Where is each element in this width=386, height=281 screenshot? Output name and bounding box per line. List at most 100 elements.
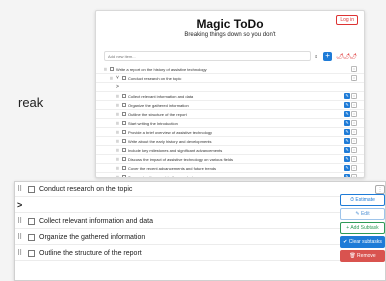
task-text: Collect relevant information and data <box>128 93 194 99</box>
zoomed-task-row[interactable]: ⠿ Conduct research on the topic ⋮ <box>15 182 385 197</box>
task-row[interactable]: ⠿ Write about the early history and devel… <box>96 137 364 146</box>
expand-chevron-icon[interactable]: > <box>116 84 120 90</box>
zoomed-task-row[interactable]: > <box>15 198 385 213</box>
remove-button[interactable]: 🗑 Remove <box>340 250 385 262</box>
drag-handle-icon[interactable]: ⠿ <box>116 157 121 162</box>
magic-wand-icon[interactable]: ✎ <box>344 174 350 177</box>
zoomed-task-row[interactable]: ⠿ Organize the gathered information <box>15 230 385 245</box>
task-checkbox[interactable] <box>122 103 126 107</box>
more-options-icon[interactable]: ⋮ <box>351 93 357 99</box>
expand-chevron-icon[interactable]: > <box>17 200 22 210</box>
drag-handle-icon[interactable]: ⠿ <box>116 139 121 144</box>
add-item-input[interactable] <box>104 51 312 61</box>
drag-handle-icon[interactable]: ⠿ <box>116 103 121 108</box>
add-item-button[interactable]: + <box>323 51 333 61</box>
drag-handle-icon[interactable]: ⠿ <box>116 121 121 126</box>
task-row[interactable]: ⠿ Include key milestones and significant … <box>96 146 364 155</box>
task-checkbox[interactable] <box>122 139 126 143</box>
task-checkbox[interactable] <box>122 130 126 134</box>
collapse-chevron-icon[interactable]: ˅ <box>116 75 120 81</box>
more-options-icon[interactable]: ⋮ <box>351 138 357 144</box>
more-options-icon[interactable]: ⋮ <box>351 66 357 72</box>
drag-handle-icon[interactable]: ⠿ <box>104 67 109 72</box>
more-options-icon[interactable]: ⋮ <box>351 165 357 171</box>
task-row[interactable]: ⠿ Summarize the report in the conclusion ✎… <box>96 173 364 178</box>
task-checkbox[interactable] <box>28 233 35 241</box>
task-action-menu: ⏱ Estimate ✎ Edit + Add Subtask ✔ Clear … <box>340 194 385 264</box>
task-text: Conduct research on the topic <box>39 185 133 193</box>
magic-wand-icon[interactable]: ✎ <box>344 147 350 153</box>
task-text: Start writing the Introduction <box>128 120 178 126</box>
more-options-icon[interactable]: ⋮ <box>351 156 357 162</box>
task-row[interactable]: ⠿ Write a report on the history of assist… <box>96 65 364 74</box>
drag-handle-icon[interactable]: ⠿ <box>116 130 121 135</box>
drag-handle-icon[interactable]: ⠿ <box>110 76 115 81</box>
task-text: Provide a brief overview of assistive te… <box>128 129 213 135</box>
task-row[interactable]: ⠿ Discuss the impact of assistive technol… <box>96 155 364 164</box>
task-text: Include key milestones and significant a… <box>128 147 223 153</box>
spiciness-pepper-icon[interactable]: 🌶🌶🌶 <box>336 53 357 60</box>
drag-handle-icon[interactable]: ⠿ <box>116 166 121 171</box>
task-text: Collect relevant information and data <box>39 217 154 225</box>
task-actions: ✎ ⋮ <box>344 129 357 135</box>
task-row[interactable]: ⠿ Collect relevant information and data ✎ ⋮ <box>96 92 364 101</box>
task-checkbox[interactable] <box>28 249 35 257</box>
magic-wand-icon[interactable]: ✎ <box>344 102 350 108</box>
task-checkbox[interactable] <box>28 185 35 193</box>
drag-handle-icon[interactable]: ⠿ <box>17 249 26 257</box>
app-subtitle: Breaking things down so you don't <box>184 32 276 38</box>
more-options-icon[interactable]: ⋮ <box>375 185 385 194</box>
task-row[interactable]: ⠿ Organize the gathered information ✎ ⋮ <box>96 101 364 110</box>
more-options-icon[interactable]: ⋮ <box>351 174 357 177</box>
zoomed-task-row[interactable]: ⠿ Collect relevant information and data <box>15 214 385 229</box>
more-options-icon[interactable]: ⋮ <box>351 129 357 135</box>
more-options-icon[interactable]: ⋮ <box>351 111 357 117</box>
zoomed-task-row[interactable]: ⠿ Outline the structure of the report <box>15 246 385 261</box>
more-options-icon[interactable]: ⋮ <box>351 102 357 108</box>
magic-wand-icon[interactable]: ✎ <box>344 111 350 117</box>
task-checkbox[interactable] <box>122 157 126 161</box>
more-options-icon[interactable]: ⋮ <box>351 75 357 81</box>
magic-wand-icon[interactable]: ✎ <box>344 129 350 135</box>
more-options-icon[interactable]: ⋮ <box>351 147 357 153</box>
task-row[interactable]: > <box>96 83 364 92</box>
task-row[interactable]: ⠿ Cover the recent advancements and futur… <box>96 164 364 173</box>
task-row[interactable]: ⠿ ˅ Conduct research on the topic ⋮ <box>96 74 364 83</box>
magic-wand-icon[interactable]: ✎ <box>344 165 350 171</box>
task-checkbox[interactable] <box>122 166 126 170</box>
drag-handle-icon[interactable]: ⠿ <box>17 217 26 225</box>
task-checkbox[interactable] <box>122 121 126 125</box>
task-checkbox[interactable] <box>122 148 126 152</box>
drag-handle-icon[interactable]: ⠿ <box>116 112 121 117</box>
drag-handle-icon[interactable]: ⠿ <box>17 185 26 193</box>
magic-wand-icon[interactable]: ✎ <box>344 138 350 144</box>
edit-button[interactable]: ✎ Edit <box>340 208 385 220</box>
drag-handle-icon[interactable]: ⠿ <box>116 148 121 153</box>
clear-subtasks-button[interactable]: ✔ Clear subtasks <box>340 236 385 248</box>
magic-wand-icon[interactable]: ✎ <box>344 120 350 126</box>
task-text: Cover the recent advancements and future… <box>128 165 217 171</box>
drag-handle-icon[interactable]: ⠿ <box>116 175 121 178</box>
task-checkbox[interactable] <box>28 217 35 225</box>
task-text: Summarize the report in the conclusion <box>128 174 198 178</box>
task-checkbox[interactable] <box>110 67 114 71</box>
task-row[interactable]: ⠿ Start writing the Introduction ✎ ⋮ <box>96 119 364 128</box>
spiciness-stepper-icon[interactable]: ⇕ <box>311 54 321 59</box>
task-checkbox[interactable] <box>122 112 126 116</box>
add-subtask-button[interactable]: + Add Subtask <box>340 222 385 234</box>
estimate-button[interactable]: ⏱ Estimate <box>340 194 385 206</box>
app-title: Magic ToDo <box>196 17 264 31</box>
task-actions: ✎ ⋮ <box>344 120 357 126</box>
task-checkbox[interactable] <box>122 76 126 80</box>
drag-handle-icon[interactable]: ⠿ <box>17 233 26 241</box>
task-checkbox[interactable] <box>122 94 126 98</box>
task-actions: ✎ ⋮ <box>344 147 357 153</box>
task-text: Discuss the impact of assistive technolo… <box>128 156 233 162</box>
magic-wand-icon[interactable]: ✎ <box>344 156 350 162</box>
task-checkbox[interactable] <box>122 175 126 177</box>
task-row[interactable]: ⠿ Outline the structure of the report ✎ ⋮ <box>96 110 364 119</box>
magic-wand-icon[interactable]: ✎ <box>344 93 350 99</box>
more-options-icon[interactable]: ⋮ <box>351 120 357 126</box>
task-row[interactable]: ⠿ Provide a brief overview of assistive t… <box>96 128 364 137</box>
drag-handle-icon[interactable]: ⠿ <box>116 94 121 99</box>
